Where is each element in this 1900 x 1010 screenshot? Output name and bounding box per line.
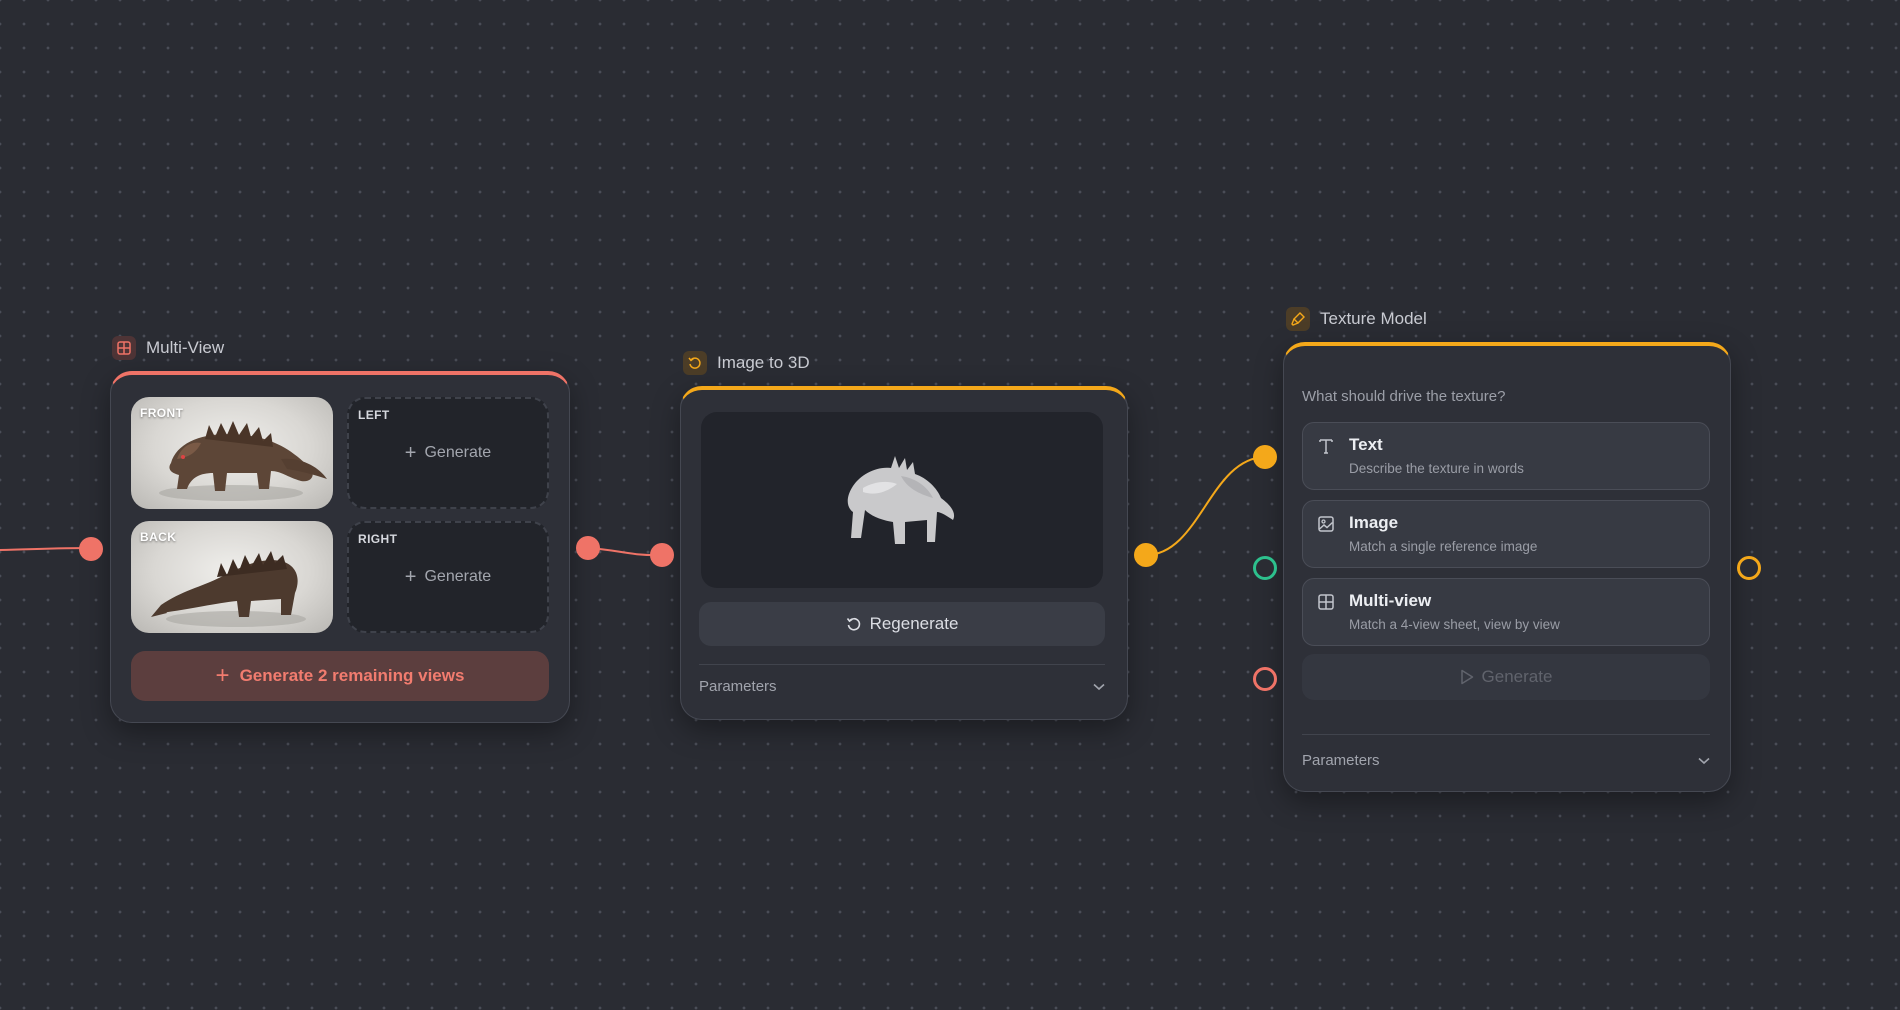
generate-remaining-views-label: Generate 2 remaining views: [239, 666, 465, 685]
option-description: Match a 4-view sheet, view by view: [1349, 617, 1560, 632]
view-label-right: RIGHT: [358, 532, 398, 546]
texture-header[interactable]: Texture Model: [1286, 307, 1427, 331]
parameters-label: Parameters: [1302, 752, 1380, 769]
paintbrush-icon: [1286, 307, 1310, 331]
chevron-down-icon: [1093, 683, 1105, 690]
regenerate-button[interactable]: Regenerate: [699, 602, 1105, 646]
plus-icon: +: [215, 662, 230, 689]
texture-input-port-model[interactable]: [1253, 445, 1277, 469]
multiview-header[interactable]: Multi-View: [112, 336, 224, 360]
regenerate-label: Regenerate: [869, 614, 959, 633]
texture-option-image[interactable]: Image Match a single reference image: [1302, 500, 1710, 568]
view-label-left: LEFT: [358, 408, 390, 422]
option-title: Text: [1349, 435, 1383, 454]
grid-icon: [1318, 594, 1334, 610]
multiview-output-port[interactable]: [576, 536, 600, 560]
wire-input-to-multiview: [0, 547, 92, 551]
image-icon: [1318, 516, 1334, 532]
view-label-back: BACK: [140, 530, 177, 544]
view-tile-back[interactable]: BACK: [131, 521, 333, 633]
view-tile-front[interactable]: FRONT: [131, 397, 333, 509]
play-icon: [1460, 669, 1473, 685]
refresh-icon: [683, 351, 707, 375]
parameters-label: Parameters: [699, 678, 777, 695]
texture-input-port-green[interactable]: [1253, 556, 1277, 580]
option-title: Image: [1349, 513, 1399, 532]
divider: [1302, 734, 1710, 735]
multiview-title: Multi-View: [146, 338, 225, 357]
divider: [699, 664, 1105, 665]
plus-icon: +: [404, 566, 417, 588]
refresh-icon: [846, 617, 860, 631]
texture-input-port-coral[interactable]: [1253, 667, 1277, 691]
view-grid: FRONT LEFT + Generate BACK RIGHT + Gener…: [131, 397, 549, 633]
texture-output-port[interactable]: [1737, 556, 1761, 580]
generate-right-button[interactable]: + Generate: [405, 567, 491, 587]
chevron-down-icon: [1698, 757, 1710, 764]
texture-generate-label: Generate: [1481, 667, 1553, 686]
image3d-parameters-toggle[interactable]: Parameters: [699, 678, 1105, 695]
grid-icon: [112, 336, 136, 360]
model-3d-render: [847, 456, 955, 544]
texture-generate-button[interactable]: Generate: [1302, 654, 1710, 700]
multiview-input-port[interactable]: [79, 537, 103, 561]
image3d-node[interactable]: Regenerate Parameters: [680, 386, 1128, 720]
generate-remaining-views-button[interactable]: + Generate 2 remaining views: [131, 651, 549, 701]
image3d-output-port[interactable]: [1134, 543, 1158, 567]
text-icon: [1319, 439, 1333, 454]
texture-model-node[interactable]: What should drive the texture? Text Desc…: [1283, 342, 1731, 792]
image3d-title: Image to 3D: [717, 353, 810, 372]
generate-left-label: Generate: [424, 444, 492, 461]
plus-icon: +: [404, 442, 417, 464]
generate-left-button[interactable]: + Generate: [405, 443, 491, 463]
generate-right-label: Generate: [424, 568, 492, 585]
option-title: Multi-view: [1349, 591, 1432, 610]
texture-question: What should drive the texture?: [1302, 388, 1506, 405]
view-tile-right[interactable]: RIGHT + Generate: [347, 521, 549, 633]
option-description: Match a single reference image: [1349, 539, 1538, 554]
image3d-input-port[interactable]: [650, 543, 674, 567]
option-description: Describe the texture in words: [1349, 461, 1524, 476]
texture-option-multiview[interactable]: Multi-view Match a 4-view sheet, view by…: [1302, 578, 1710, 646]
image3d-header[interactable]: Image to 3D: [683, 351, 810, 375]
view-tile-left[interactable]: LEFT + Generate: [347, 397, 549, 509]
model-preview[interactable]: [701, 412, 1103, 588]
multiview-node[interactable]: FRONT LEFT + Generate BACK RIGHT + Gener…: [110, 371, 570, 723]
texture-parameters-toggle[interactable]: Parameters: [1302, 752, 1710, 769]
texture-title: Texture Model: [1320, 309, 1427, 328]
wire-image3d-to-texture: [1145, 456, 1266, 556]
view-label-front: FRONT: [140, 406, 184, 420]
texture-option-text[interactable]: Text Describe the texture in words: [1302, 422, 1710, 490]
node-canvas[interactable]: Multi-View FRONT LEFT + Generate BACK RI…: [0, 0, 1900, 1010]
